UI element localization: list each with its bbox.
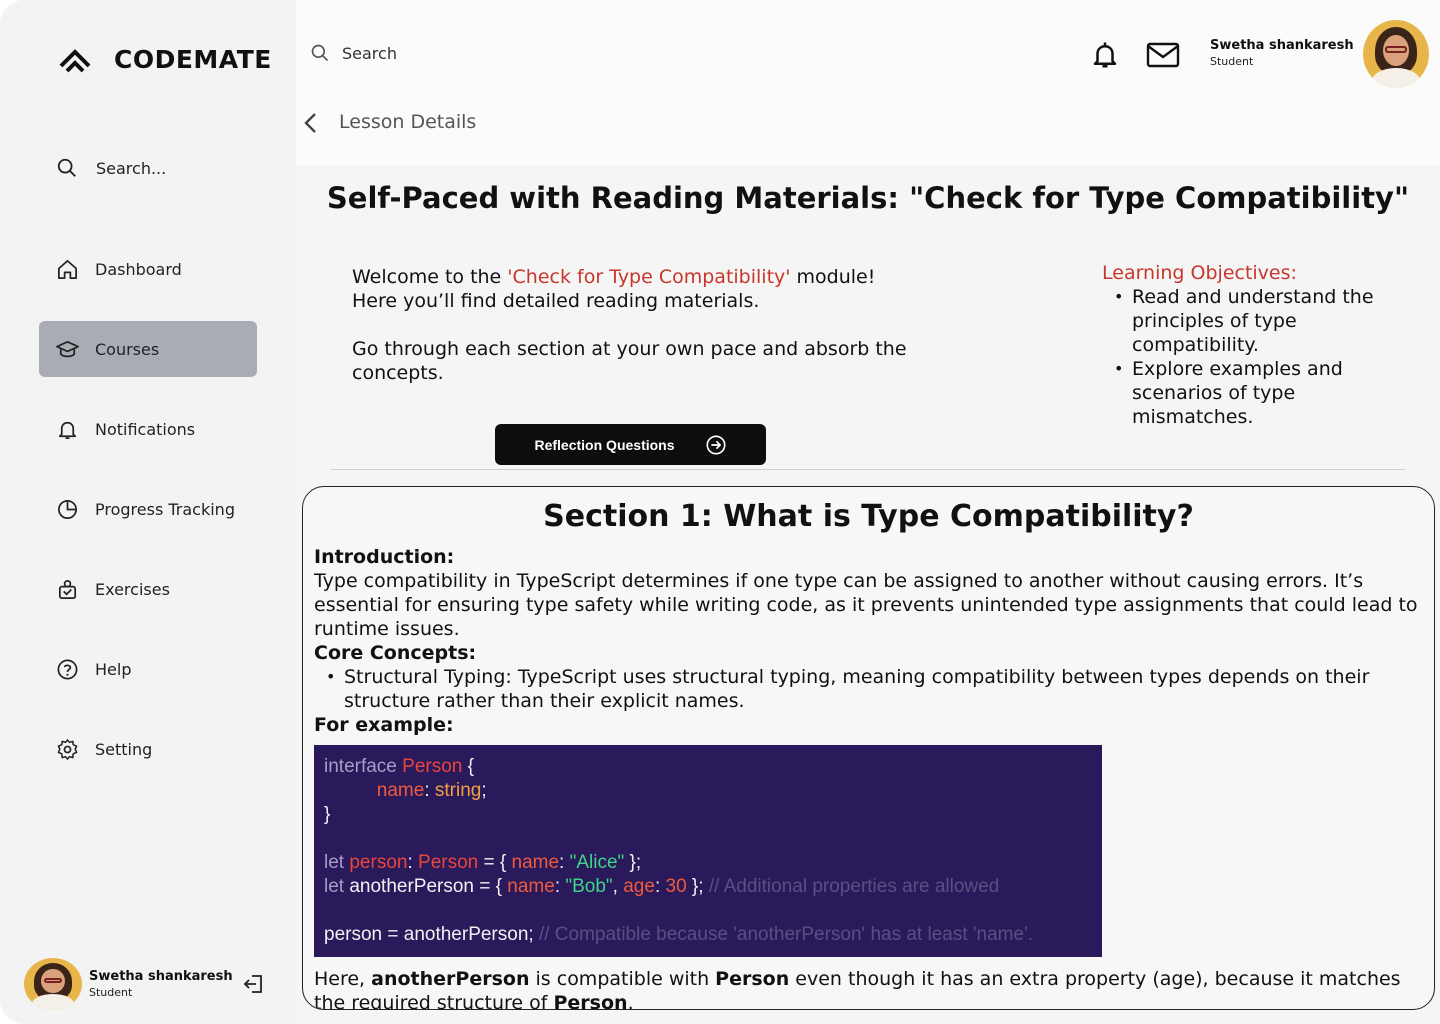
brand-name: CODEMATE — [114, 44, 272, 74]
objective-item: Explore examples and scenarios of type m… — [1114, 357, 1392, 429]
core-concept-item: Structural Typing: TypeScript uses struc… — [326, 665, 1424, 713]
objective-item: Read and understand the principles of ty… — [1114, 285, 1392, 357]
user-role: Student — [89, 986, 133, 999]
avatar[interactable] — [24, 958, 82, 1010]
section-title: Section 1: What is Type Compatibility? — [543, 499, 1194, 534]
back-arrow-icon[interactable] — [300, 110, 322, 136]
section-card: Section 1: What is Type Compatibility? I… — [302, 486, 1435, 1010]
logo[interactable]: CODEMATE — [58, 44, 272, 74]
page-title: Lesson Details — [339, 111, 477, 133]
sidebar-item-label: Courses — [95, 339, 160, 359]
gear-icon — [57, 738, 78, 760]
sidebar-item-setting[interactable]: Setting — [39, 721, 257, 777]
intro-text: Type compatibility in TypeScript determi… — [314, 570, 1418, 640]
intro-label: Introduction: — [314, 546, 455, 568]
bell-icon — [58, 421, 77, 439]
example-label: For example: — [314, 714, 454, 736]
sidebar-item-courses[interactable]: Courses — [39, 321, 257, 377]
lesson-intro: Welcome to the 'Check for Type Compatibi… — [352, 265, 922, 385]
module-name: 'Check for Type Compatibility' — [507, 266, 791, 288]
example-explanation: Here, anotherPerson is compatible with P… — [314, 968, 1401, 1010]
user-name: Swetha shankaresh — [89, 969, 233, 984]
top-bar: Search Swetha shankaresh Student Lesson … — [296, 0, 1440, 165]
search-icon — [57, 158, 76, 177]
sidebar: CODEMATE Search... Dashboard Courses Not… — [0, 0, 296, 1024]
sidebar-item-progress-tracking[interactable]: Progress Tracking — [39, 481, 257, 537]
top-user: Swetha shankaresh Student — [1210, 38, 1354, 68]
section-body: Introduction: Type compatibility in Type… — [314, 545, 1424, 737]
user-role: Student — [1210, 55, 1254, 68]
code-block: interface Person { name: string; } let p… — [314, 745, 1102, 957]
sidebar-search-placeholder: Search... — [96, 158, 167, 178]
reflection-button-label: Reflection Questions — [534, 436, 675, 453]
top-search-placeholder: Search — [342, 43, 397, 63]
user-name: Swetha shankaresh — [1210, 38, 1354, 53]
home-icon — [58, 259, 77, 279]
objectives-title: Learning Objectives: — [1102, 262, 1297, 284]
sidebar-item-label: Exercises — [95, 579, 170, 599]
help-icon — [57, 659, 78, 679]
sidebar-item-label: Notifications — [95, 419, 196, 439]
sidebar-item-label: Help — [95, 659, 132, 679]
sidebar-item-label: Progress Tracking — [95, 499, 235, 519]
bell-icon[interactable] — [1090, 40, 1120, 70]
exercise-icon — [58, 579, 77, 599]
lesson-title: Self-Paced with Reading Materials: "Chec… — [326, 181, 1410, 215]
intro-paragraph: Welcome to the 'Check for Type Compatibi… — [352, 265, 922, 313]
sidebar-user: Swetha shankaresh Student — [24, 958, 274, 1010]
sidebar-item-notifications[interactable]: Notifications — [39, 401, 257, 457]
codemate-logo-icon — [59, 49, 91, 73]
divider — [331, 469, 1405, 470]
top-search-input[interactable]: Search — [310, 43, 397, 63]
sidebar-nav: Dashboard Courses Notifications Progress… — [39, 241, 257, 801]
core-label: Core Concepts: — [314, 642, 477, 664]
sidebar-item-label: Setting — [95, 739, 153, 759]
search-icon — [311, 44, 329, 62]
logout-icon[interactable] — [242, 972, 266, 996]
avatar[interactable] — [1363, 20, 1429, 88]
learning-objectives: Learning Objectives: Read and understand… — [1102, 261, 1392, 429]
graduation-cap-icon — [56, 340, 79, 357]
sidebar-item-help[interactable]: Help — [39, 641, 257, 697]
sidebar-item-exercises[interactable]: Exercises — [39, 561, 257, 617]
sidebar-item-label: Dashboard — [95, 259, 182, 279]
intro-prefix: Welcome to the — [352, 266, 508, 288]
sidebar-search[interactable]: Search... — [56, 157, 166, 179]
intro-paragraph-2: Go through each section at your own pace… — [352, 338, 907, 384]
mail-icon[interactable] — [1146, 42, 1180, 68]
reflection-questions-button[interactable]: Reflection Questions — [495, 424, 766, 465]
sidebar-item-dashboard[interactable]: Dashboard — [39, 241, 257, 297]
pie-chart-icon — [58, 499, 77, 519]
lesson-content: Self-Paced with Reading Materials: "Chec… — [296, 165, 1440, 1024]
arrow-circle-right-icon — [705, 434, 726, 455]
